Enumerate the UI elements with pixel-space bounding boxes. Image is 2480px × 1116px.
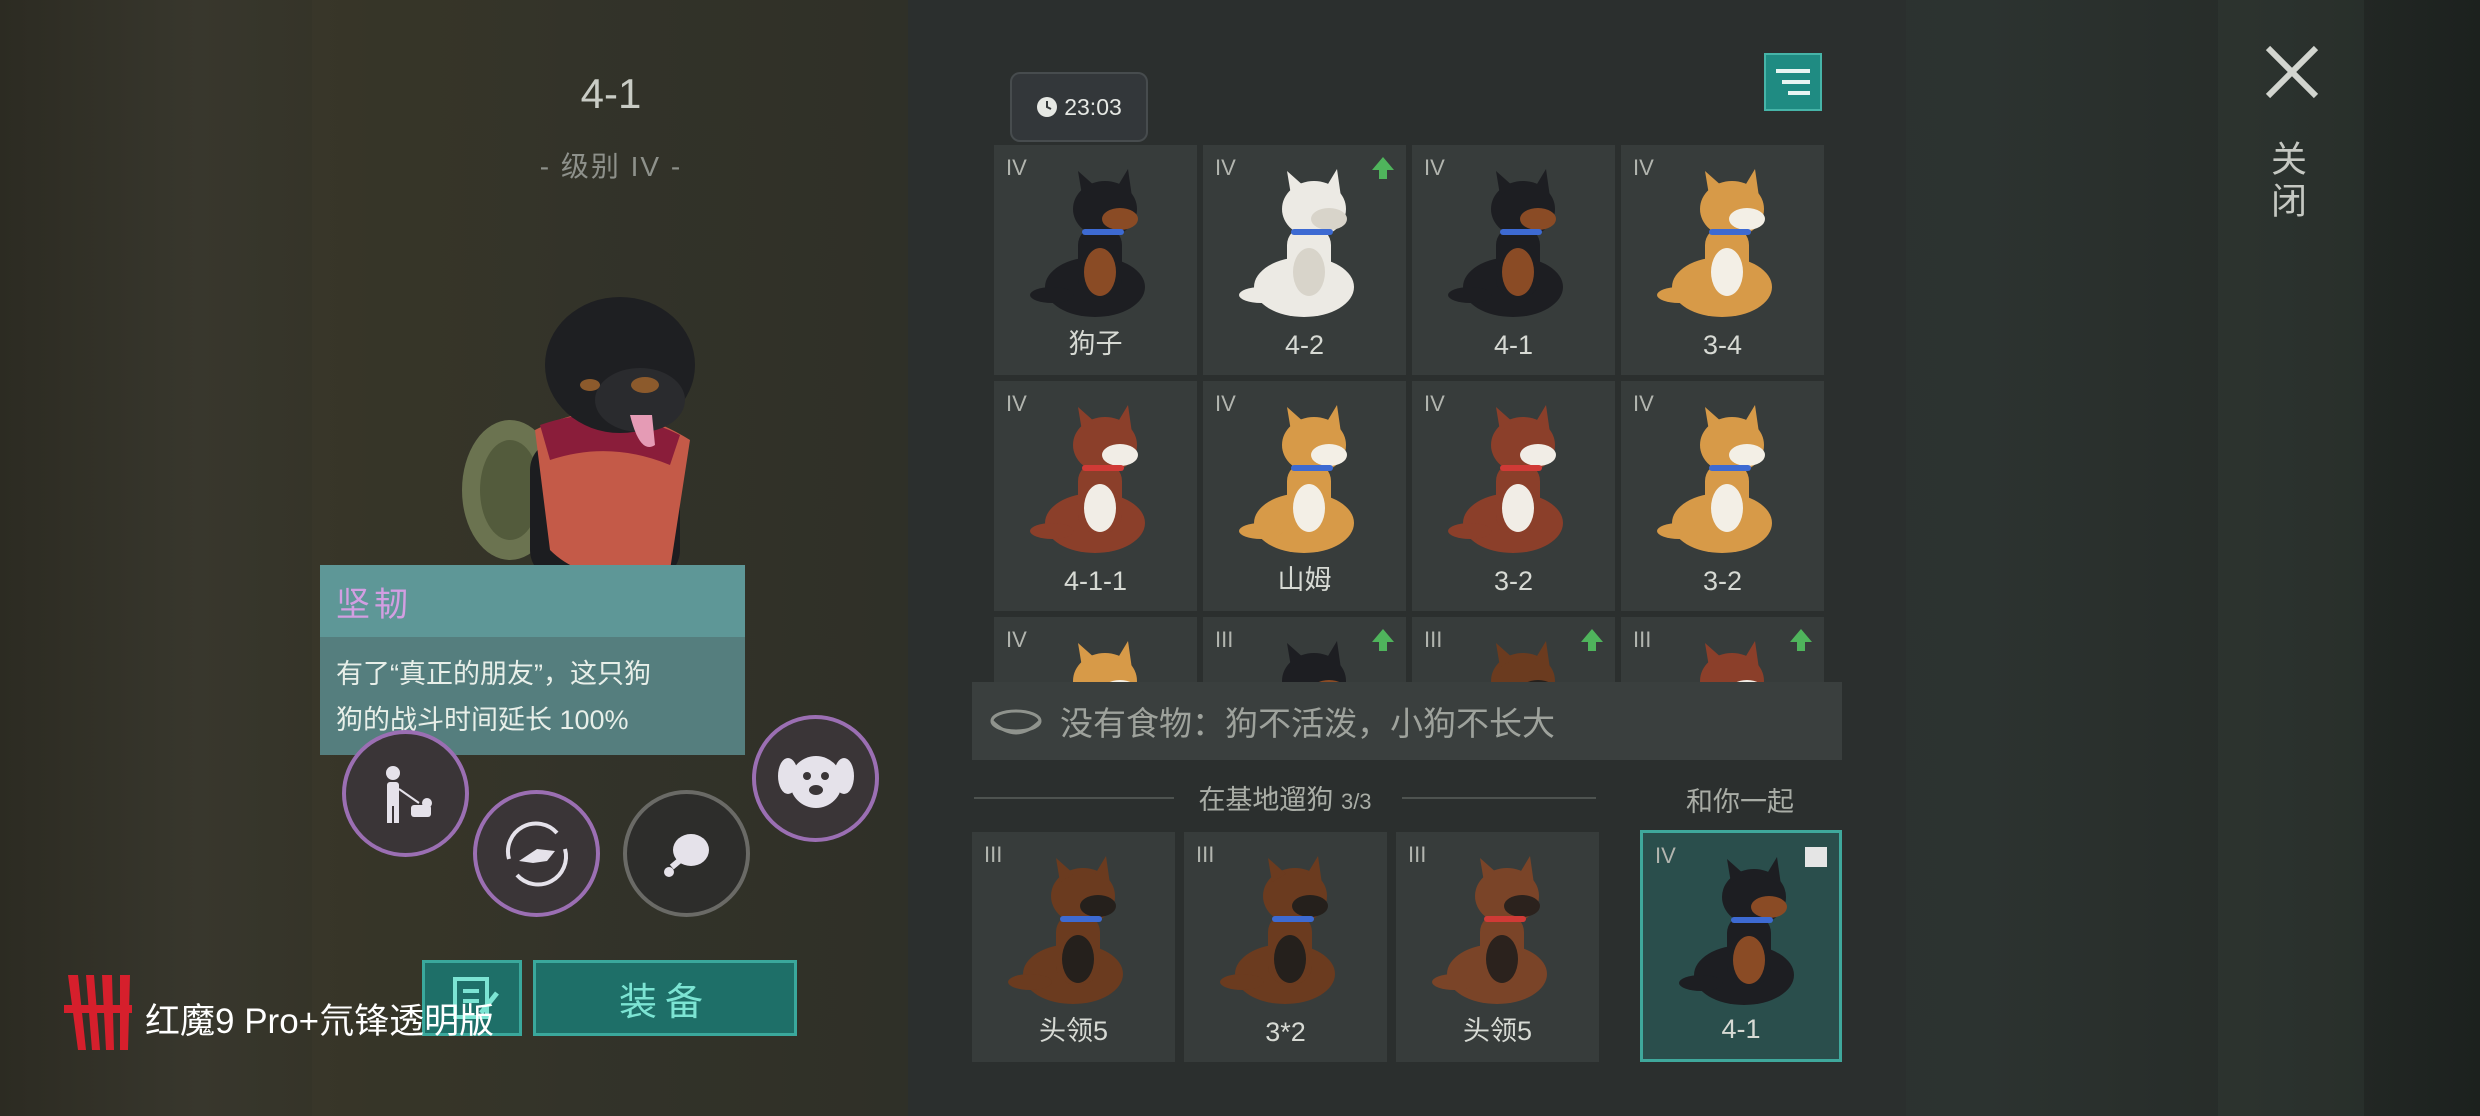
- dog-image: [1491, 641, 1555, 685]
- sort-lines-icon: [1776, 69, 1810, 95]
- dog-name-title: 4-1: [580, 70, 642, 117]
- redmagic-logo: [64, 975, 132, 1050]
- companion-label: 和你一起: [1686, 787, 1794, 817]
- dog-image: [1220, 856, 1335, 1004]
- dog-card[interactable]: IV 3-2: [1621, 381, 1824, 611]
- close-icon[interactable]: [2262, 42, 2322, 102]
- card-name: 3-2: [1493, 566, 1534, 596]
- dog-image: [1008, 856, 1123, 1004]
- companion-dog-card[interactable]: IV 4-1: [1640, 830, 1842, 1062]
- walking-dog-card[interactable]: III 头领5: [1396, 832, 1599, 1062]
- trait-name: 坚韧: [320, 565, 745, 637]
- card-name: 头领5: [1462, 1016, 1533, 1046]
- card-name: 3*2: [1265, 1017, 1306, 1047]
- dog-card[interactable]: IV 4-2: [1203, 145, 1406, 375]
- food-bowl-icon: [990, 709, 1042, 735]
- card-name: 狗子: [1068, 329, 1123, 359]
- timer-value: 23:03: [1064, 93, 1122, 120]
- dog-card[interactable]: IV 山姆: [1203, 381, 1406, 611]
- sort-filter-button[interactable]: [1764, 53, 1822, 111]
- upgrade-arrow-icon: [1372, 157, 1394, 179]
- dog-card[interactable]: IV 狗子: [994, 145, 1197, 375]
- trait-desc-line-1: 有了“真正的朋友”，这只狗: [336, 659, 651, 689]
- dog-card[interactable]: III: [1621, 617, 1824, 685]
- dog-card[interactable]: III: [1203, 617, 1406, 685]
- dog-image: [1679, 857, 1794, 1005]
- equip-button[interactable]: 装备: [533, 960, 797, 1036]
- upgrade-arrow-icon: [1581, 629, 1603, 651]
- food-status-text: 没有食物：狗不活泼，小狗不长大: [1060, 705, 1555, 742]
- dog-card[interactable]: IV 3-2: [1412, 381, 1615, 611]
- meat-icon: [663, 833, 709, 877]
- dog-image: [1282, 641, 1346, 685]
- dog-image: [1073, 641, 1137, 685]
- card-name: 4-2: [1284, 330, 1325, 360]
- card-name: 3-4: [1702, 330, 1743, 360]
- dog-card[interactable]: III: [1412, 617, 1615, 685]
- card-name: 4-1: [1721, 1014, 1761, 1044]
- dog-face-icon: [777, 755, 854, 808]
- timer-badge: 23:03: [1010, 72, 1148, 142]
- dog-card[interactable]: IV 3-4: [1621, 145, 1824, 375]
- clock-icon: [1037, 97, 1058, 117]
- walk-section-count: 3/3: [1340, 789, 1372, 814]
- walk-with-dog-button[interactable]: [342, 730, 469, 857]
- card-name: 山姆: [1277, 565, 1332, 595]
- dog-image: [1657, 169, 1772, 317]
- food-status-bar: 没有食物：狗不活泼，小狗不长大: [972, 682, 1842, 760]
- person-with-dog-icon: [385, 765, 432, 823]
- dog-image: [1432, 856, 1547, 1004]
- dog-level-label: - 级别 IV -: [539, 151, 683, 182]
- feed-dog-button[interactable]: [623, 790, 750, 917]
- dog-image: [1239, 169, 1354, 317]
- card-name: 4-1: [1493, 330, 1534, 360]
- dog-card[interactable]: IV: [994, 617, 1197, 685]
- close-label[interactable]: 关闭: [2266, 140, 2312, 224]
- dog-image: [1700, 641, 1764, 685]
- dog-image: [1448, 405, 1563, 553]
- card-name: 3-2: [1702, 566, 1743, 596]
- card-name: 头领5: [1038, 1016, 1109, 1046]
- dog-image: [1657, 405, 1772, 553]
- walking-dog-card[interactable]: III 头领5: [972, 832, 1175, 1062]
- walk-section-header: 在基地遛狗 3/3: [972, 776, 1598, 816]
- dog-card[interactable]: IV 4-1: [1412, 145, 1615, 375]
- walk-section-label: 在基地遛狗: [1198, 785, 1334, 815]
- card-name: 4-1-1: [1063, 566, 1128, 596]
- jumping-dog-cycle-icon: [505, 821, 568, 886]
- dog-image: [1030, 169, 1145, 317]
- dog-card[interactable]: IV 4-1-1: [994, 381, 1197, 611]
- dog-portrait: [462, 297, 695, 580]
- train-dog-button[interactable]: [473, 790, 600, 917]
- device-watermark: 红魔9 Pro+氘锋透明版: [145, 1002, 495, 1041]
- upgrade-arrow-icon: [1790, 629, 1812, 651]
- dog-profile-button[interactable]: [752, 715, 879, 842]
- trait-tooltip: 坚韧 有了“真正的朋友”，这只狗 狗的战斗时间延长 100%: [320, 565, 745, 755]
- dog-image: [1448, 169, 1563, 317]
- walking-dog-card[interactable]: III 3*2: [1184, 832, 1387, 1062]
- dog-image: [1030, 405, 1145, 553]
- dog-image: [1239, 405, 1354, 553]
- upgrade-arrow-icon: [1372, 629, 1394, 651]
